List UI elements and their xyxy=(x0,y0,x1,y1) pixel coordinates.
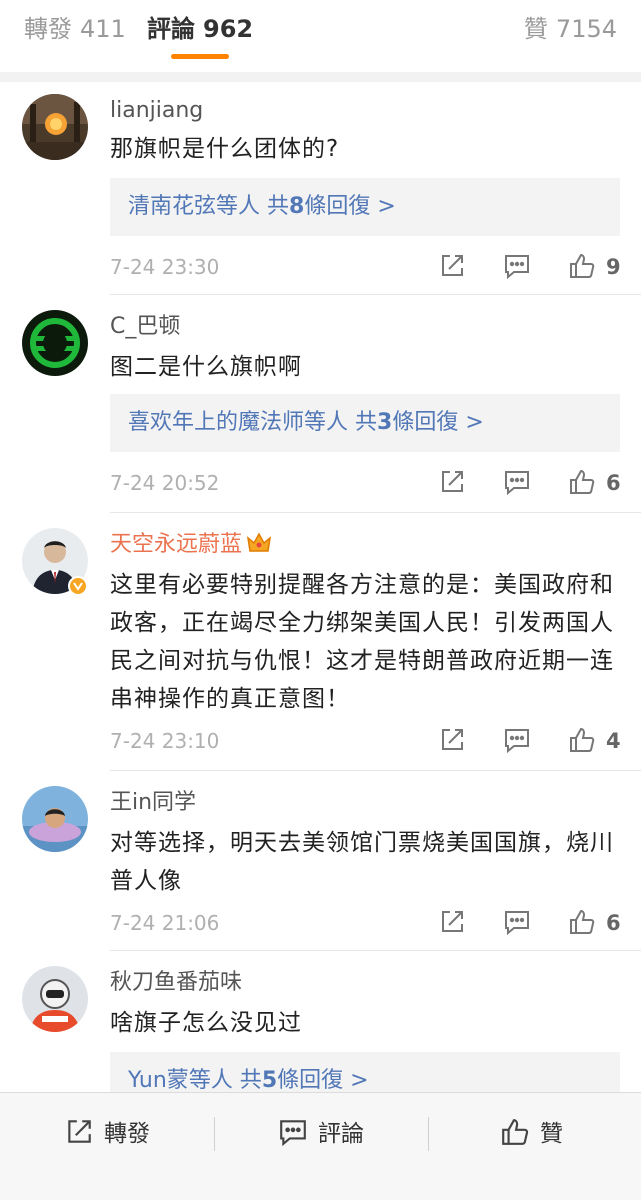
reply-count: 3 xyxy=(377,410,393,435)
like-icon[interactable] xyxy=(568,726,596,754)
tab-gap xyxy=(0,62,641,72)
comment-text: 那旗帜是什么团体的? xyxy=(110,136,340,162)
reply-middle: 等人 共 xyxy=(216,194,290,219)
comment-item: C_巴顿 图二是什么旗帜啊 喜欢年上的魔法师等人 共3條回復 > 7-24 20… xyxy=(0,298,641,513)
reply-suffix: 條回復 > xyxy=(304,194,396,219)
crown-icon xyxy=(246,532,272,563)
reply-suffix: 條回復 > xyxy=(277,1068,369,1093)
comment-time: 7-24 21:06 xyxy=(110,911,220,935)
comment-username[interactable]: lianjiang xyxy=(110,96,203,126)
comment-time: 7-24 20:52 xyxy=(110,471,220,495)
comment-item: lianjiang 那旗帜是什么团体的? 清南花弦等人 共8條回復 > 7-24… xyxy=(0,82,641,296)
comment-item: 王in同学 对等选择，明天去美领馆门票烧美国国旗，烧川普人像 7-24 21:0… xyxy=(0,772,641,951)
like-icon[interactable] xyxy=(568,468,596,496)
avatar[interactable] xyxy=(22,94,88,160)
reply-names: Yun蒙 xyxy=(128,1068,189,1093)
bottom-action-bar: 轉發 評論 贊 xyxy=(0,1092,641,1200)
comment-icon[interactable] xyxy=(503,252,531,280)
like-count: 6 xyxy=(606,471,621,495)
tab-likes-label: 贊 xyxy=(523,15,548,43)
reply-middle: 等人 共 xyxy=(304,410,378,435)
share-icon[interactable] xyxy=(438,252,466,280)
avatar[interactable] xyxy=(22,966,88,1032)
reply-names: 清南花弦 xyxy=(128,194,217,219)
replies-summary[interactable]: 喜欢年上的魔法师等人 共3條回復 > xyxy=(110,394,620,452)
active-tab-indicator xyxy=(171,54,229,59)
comment-text: 图二是什么旗帜啊 xyxy=(110,354,302,380)
comment-meta: 7-24 20:52 6 xyxy=(0,468,641,498)
comment-item: 秋刀鱼番茄味 啥旗子怎么没见过 Yun蒙等人 共5條回復 > xyxy=(0,952,641,1110)
reply-count: 5 xyxy=(261,1068,278,1093)
like-icon[interactable] xyxy=(568,252,596,280)
comment-separator xyxy=(110,294,641,295)
share-icon[interactable] xyxy=(438,726,466,754)
comment-icon[interactable] xyxy=(503,468,531,496)
like-icon[interactable] xyxy=(568,908,596,936)
tab-comments[interactable]: 評論 962 xyxy=(147,14,253,44)
tab-comments-label: 評論 xyxy=(147,15,195,43)
tab-likes-count: 7154 xyxy=(555,15,617,43)
comment-icon xyxy=(278,1120,318,1147)
comment-text: 啥旗子怎么没见过 xyxy=(110,1010,302,1036)
like-count: 4 xyxy=(606,729,621,753)
comment-meta: 7-24 21:06 6 xyxy=(0,908,641,938)
comment-time: 7-24 23:10 xyxy=(110,729,220,753)
comment-label: 評論 xyxy=(318,1121,364,1147)
replies-summary[interactable]: 清南花弦等人 共8條回復 > xyxy=(110,178,620,236)
comment-icon[interactable] xyxy=(503,908,531,936)
comment-username[interactable]: 秋刀鱼番茄味 xyxy=(110,968,242,998)
reply-names: 喜欢年上的魔法师 xyxy=(128,410,305,435)
tab-repost-count: 411 xyxy=(80,15,126,43)
comment-icon[interactable] xyxy=(503,726,531,754)
share-icon xyxy=(64,1120,104,1147)
comment-separator xyxy=(110,512,641,513)
like-count: 6 xyxy=(606,911,621,935)
repost-button[interactable]: 轉發 xyxy=(64,1117,150,1151)
share-icon[interactable] xyxy=(438,908,466,936)
like-button[interactable]: 贊 xyxy=(500,1117,563,1151)
comment-separator xyxy=(110,950,641,951)
comment-text: 对等选择，明天去美领馆门票烧美国国旗，烧川普人像 xyxy=(110,830,614,894)
like-count: 9 xyxy=(606,255,621,279)
share-icon[interactable] xyxy=(438,468,466,496)
like-icon xyxy=(500,1119,540,1147)
comment-username[interactable]: 天空永远蔚蓝 xyxy=(110,530,272,560)
verified-badge-icon xyxy=(68,576,88,596)
tab-repost[interactable]: 轉發 411 xyxy=(24,14,126,44)
tab-repost-label: 轉發 xyxy=(24,15,72,43)
comment-meta: 7-24 23:30 9 xyxy=(0,252,641,282)
comment-username[interactable]: C_巴顿 xyxy=(110,312,180,342)
tab-comments-count: 962 xyxy=(203,15,254,43)
comment-username-text: 天空永远蔚蓝 xyxy=(110,532,243,557)
avatar[interactable] xyxy=(22,786,88,852)
comment-tab-bar: 轉發 411 評論 962 贊 7154 xyxy=(0,0,641,62)
comment-item: 天空永远蔚蓝 这里有必要特别提醒各方注意的是：美国政府和政客，正在竭尽全力绑架美… xyxy=(0,514,641,771)
reply-suffix: 條回復 > xyxy=(392,410,484,435)
comment-meta: 7-24 23:10 4 xyxy=(0,726,641,756)
tab-likes[interactable]: 贊 7154 xyxy=(524,14,617,44)
comment-separator xyxy=(110,770,641,771)
avatar[interactable] xyxy=(22,310,88,376)
reply-middle: 等人 共 xyxy=(188,1068,262,1093)
comment-button[interactable]: 評論 xyxy=(278,1117,364,1151)
comment-username[interactable]: 王in同学 xyxy=(110,788,196,818)
repost-label: 轉發 xyxy=(104,1121,150,1147)
comment-time: 7-24 23:30 xyxy=(110,255,220,279)
like-label: 贊 xyxy=(540,1121,563,1147)
reply-count: 8 xyxy=(289,194,305,219)
bottom-divider xyxy=(214,1117,215,1151)
bottom-divider xyxy=(428,1117,429,1151)
comment-text: 这里有必要特别提醒各方注意的是：美国政府和政客，正在竭尽全力绑架美国人民！引发两… xyxy=(110,572,614,712)
section-divider xyxy=(0,72,641,82)
